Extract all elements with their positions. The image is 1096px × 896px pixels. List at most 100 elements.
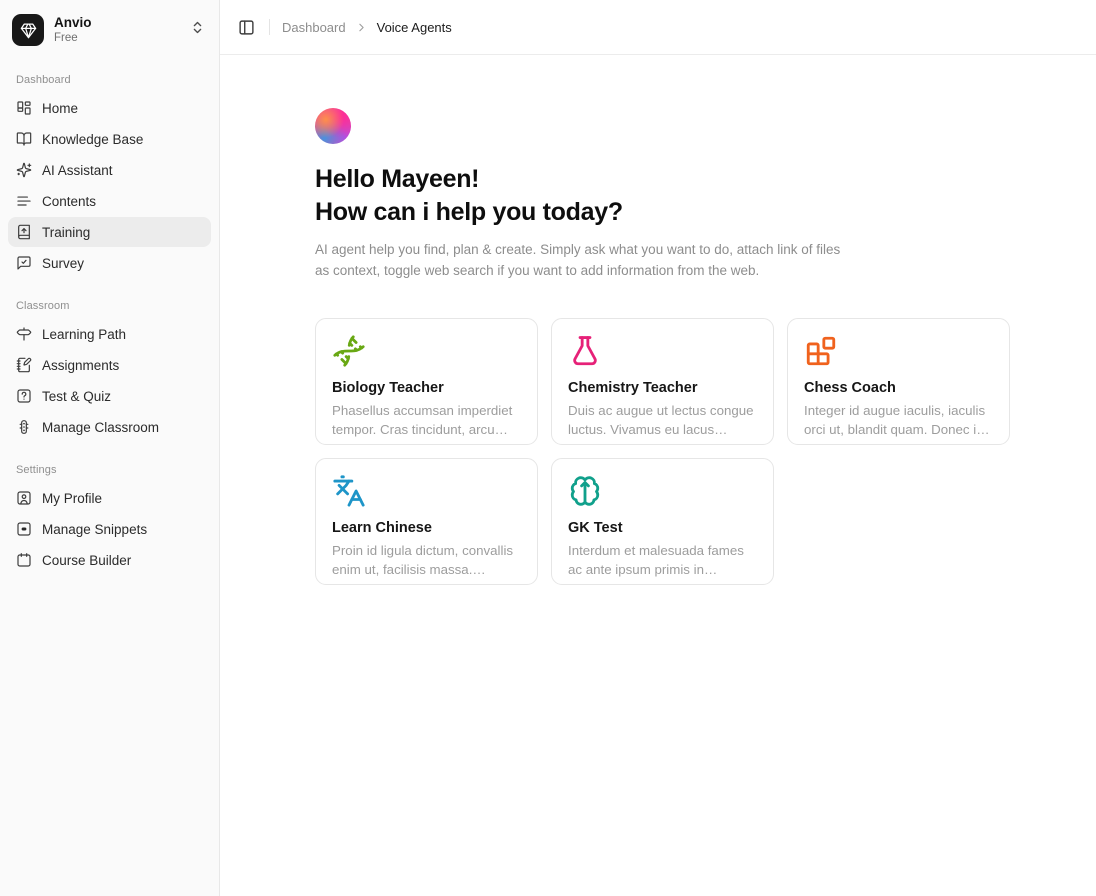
agent-card-title: Chess Coach [804,380,993,396]
sidebar-item-label: Course Builder [42,553,131,568]
agent-card-chemistry-teacher[interactable]: Chemistry Teacher Duis ac augue ut lectus… [551,318,774,445]
sidebar-item-training[interactable]: Training [8,217,211,247]
signpost-icon [16,326,32,342]
agents-grid: Biology Teacher Phasellus accumsan imperd… [315,318,1096,585]
calendar-icon [16,552,32,568]
sidebar-item-knowledge-base[interactable]: Knowledge Base [8,124,211,154]
workspace-name: Anvio [54,15,180,31]
sidebar-item-label: Knowledge Base [42,132,143,147]
page-content: Hello Mayeen! How can i help you today? … [220,55,1096,585]
main-area: Dashboard Voice Agents Hello Mayeen! How… [220,0,1096,896]
app-root: Anvio Free Dashboard Home Knowledge Base AI… [0,0,1096,896]
agent-card-description: Duis ac augue ut lectus congue luctus. V… [568,401,757,439]
languages-icon [332,474,366,508]
sidebar-item-label: Test & Quiz [42,389,111,404]
agent-card-learn-chinese[interactable]: Learn Chinese Proin id ligula dictum, con… [315,458,538,585]
anvio-logo [12,14,44,46]
agent-card-title: GK Test [568,520,757,536]
sidebar-item-course-builder[interactable]: Course Builder [8,545,211,575]
sidebar-item-ai-assistant[interactable]: AI Assistant [8,155,211,185]
panel-left-icon [238,19,255,36]
signpost-icon [16,326,32,342]
section-label: Classroom [8,300,211,312]
book-open-icon [16,131,32,147]
sidebar-item-my-profile[interactable]: My Profile [8,483,211,513]
topbar-divider [269,19,270,35]
traffic-light-icon [16,419,32,435]
sparkles-icon [16,162,32,178]
section-label: Dashboard [8,74,211,86]
sidebar-item-label: Contents [42,194,96,209]
agent-card-description: Proin id ligula dictum, convallis enim u… [332,541,521,579]
sidebar-item-label: Assignments [42,358,119,373]
breadcrumb: Dashboard Voice Agents [282,20,452,35]
section-label: Settings [8,464,211,476]
blocks-icon [804,334,993,368]
sidebar-item-learning-path[interactable]: Learning Path [8,319,211,349]
gem-icon [20,22,37,39]
traffic-light-icon [16,419,32,435]
agent-card-description: Interdum et malesuada fames ac ante ipsu… [568,541,757,579]
sidebar-item-label: Home [42,101,78,116]
sidebar-item-manage-classroom[interactable]: Manage Classroom [8,412,211,442]
agent-card-description: Integer id augue iaculis, iaculis orci u… [804,401,993,439]
dna-icon [332,334,366,368]
breadcrumb-item-dashboard[interactable]: Dashboard [282,20,346,35]
agent-card-title: Learn Chinese [332,520,521,536]
agent-card-biology-teacher[interactable]: Biology Teacher Phasellus accumsan imperd… [315,318,538,445]
book-up-icon [16,224,32,240]
notebook-pen-icon [16,357,32,373]
chevrons-up-down-icon[interactable] [190,20,205,40]
sidebar-toggle-button[interactable] [236,17,257,38]
user-square-icon [16,490,32,506]
user-square-icon [16,490,32,506]
agent-card-gk-test[interactable]: GK Test Interdum et malesuada fames ac an… [551,458,774,585]
sidebar-item-survey[interactable]: Survey [8,248,211,278]
topbar: Dashboard Voice Agents [220,0,1096,55]
languages-icon [332,474,521,508]
hero-description: AI agent help you find, plan & create. S… [315,239,845,281]
notebook-pen-icon [16,357,32,373]
sidebar-item-label: Survey [42,256,84,271]
greeting-heading: Hello Mayeen! How can i help you today? [315,163,1096,229]
agent-card-title: Chemistry Teacher [568,380,757,396]
survey-check-icon [16,255,32,271]
sidebar-item-assignments[interactable]: Assignments [8,350,211,380]
breadcrumb-item-voice-agents: Voice Agents [377,20,452,35]
workspace-switcher[interactable]: Anvio Free [8,10,211,50]
sidebar-item-home[interactable]: Home [8,93,211,123]
text-lines-icon [16,193,32,209]
blocks-icon [804,334,838,368]
agent-card-title: Biology Teacher [332,380,521,396]
sparkles-icon [16,162,32,178]
text-lines-icon [16,193,32,209]
sidebar-item-test-quiz[interactable]: Test & Quiz [8,381,211,411]
dashboard-grid-icon [16,100,32,116]
brain-icon [568,474,757,508]
sidebar-item-label: Training [42,225,90,240]
sidebar-section-dashboard: Dashboard Home Knowledge Base AI Assistant C… [8,74,211,278]
agent-card-chess-coach[interactable]: Chess Coach Integer id augue iaculis, iac… [787,318,1010,445]
greeting-line-1: Hello Mayeen! [315,165,479,193]
book-up-icon [16,224,32,240]
brain-icon [568,474,602,508]
gradient-orb-icon [315,108,351,144]
sidebar-item-label: Manage Snippets [42,522,147,537]
dna-icon [332,334,521,368]
workspace-plan: Free [54,32,180,45]
square-question-icon [16,388,32,404]
flask-icon [568,334,602,368]
sidebar-item-manage-snippets[interactable]: Manage Snippets [8,514,211,544]
chevron-right-icon [355,21,368,34]
book-open-icon [16,131,32,147]
agent-card-description: Phasellus accumsan imperdiet tempor. Cra… [332,401,521,439]
snippet-square-icon [16,521,32,537]
sidebar-item-contents[interactable]: Contents [8,186,211,216]
sidebar-item-label: Learning Path [42,327,126,342]
sidebar-section-classroom: Classroom Learning Path Assignments Test & … [8,300,211,442]
sidebar: Anvio Free Dashboard Home Knowledge Base AI… [0,0,220,896]
sidebar-section-settings: Settings My Profile Manage Snippets Course … [8,464,211,575]
dashboard-grid-icon [16,100,32,116]
sidebar-item-label: Manage Classroom [42,420,159,435]
calendar-icon [16,552,32,568]
